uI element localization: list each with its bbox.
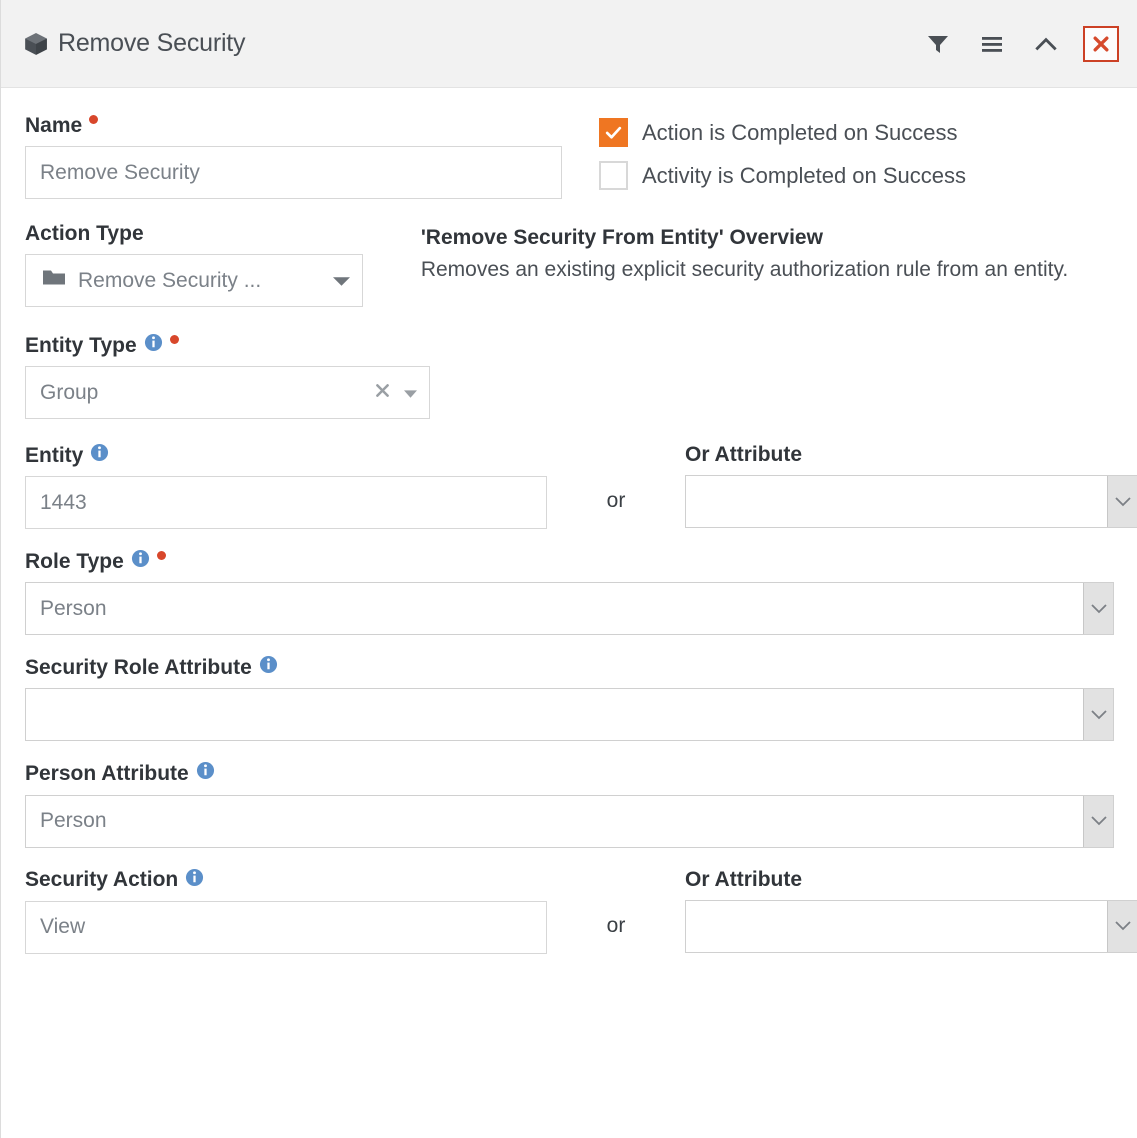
form-body: Name Remove Security Action is Completed… (1, 88, 1137, 954)
person-attribute-value: Person (40, 809, 107, 833)
completion-checkboxes: Action is Completed on Success Activity … (562, 114, 966, 204)
check-icon (605, 126, 622, 139)
person-attribute-label-wrap: Person Attribute (25, 761, 1113, 785)
security-role-attribute-label-wrap: Security Role Attribute (25, 655, 1113, 679)
security-action-or-attribute-label-wrap: Or Attribute (685, 868, 1137, 891)
action-type-group: Action Type Remove Security ... (25, 222, 397, 308)
clear-icon[interactable] (374, 381, 391, 405)
remove-security-panel: Remove Security Name Remove Security Act… (0, 0, 1137, 1138)
entity-or-attribute-select[interactable] (685, 475, 1137, 529)
entity-or-attribute-group: Or Attribute (685, 443, 1137, 529)
security-role-attribute-label: Security Role Attribute (25, 655, 252, 679)
security-action-or-attribute-label: Or Attribute (685, 867, 803, 891)
security-action-group: Security Action View (25, 868, 547, 954)
titlebar-left: Remove Security (23, 29, 246, 58)
role-type-group: Role Type Person (25, 549, 1114, 636)
required-indicator (156, 550, 166, 560)
action-type-row: Action Type Remove Security ... 'Remove … (25, 222, 1113, 308)
info-icon[interactable] (259, 655, 278, 679)
name-field-group: Name Remove Security (25, 114, 562, 204)
menu-icon[interactable] (975, 27, 1009, 61)
security-action-label: Security Action (25, 868, 179, 892)
entity-type-label-wrap: Entity Type (25, 333, 1113, 357)
overview-title: 'Remove Security From Entity' Overview (420, 226, 823, 249)
action-type-label: Action Type (25, 222, 144, 245)
activity-completed-checkbox[interactable] (599, 161, 628, 190)
security-action-label-wrap: Security Action (25, 868, 547, 892)
entity-input[interactable]: 1443 (25, 476, 547, 530)
required-indicator (169, 334, 179, 344)
caret-down-icon (333, 269, 350, 293)
entity-type-value: Group (40, 380, 99, 404)
activity-completed-checkbox-row[interactable]: Activity is Completed on Success (599, 161, 966, 190)
name-input[interactable]: Remove Security (25, 146, 562, 200)
entity-group: Entity 1443 (25, 443, 547, 530)
security-role-attribute-select[interactable] (25, 688, 1114, 742)
titlebar-actions (921, 25, 1119, 62)
name-input-value: Remove Security (40, 160, 200, 184)
name-row: Name Remove Security Action is Completed… (25, 114, 1113, 204)
action-completed-checkbox-row[interactable]: Action is Completed on Success (599, 118, 966, 147)
entity-type-label: Entity Type (25, 333, 137, 357)
security-action-or-attribute-select[interactable] (685, 899, 1137, 953)
role-type-select[interactable]: Person (25, 582, 1114, 636)
chevron-down-icon[interactable] (1107, 900, 1137, 952)
info-icon[interactable] (144, 333, 163, 357)
close-button[interactable] (1083, 25, 1119, 62)
window-title: Remove Security (58, 29, 246, 57)
person-attribute-group: Person Attribute Person (25, 761, 1114, 848)
close-icon (1093, 36, 1109, 51)
action-completed-checkbox[interactable] (599, 118, 628, 147)
name-label-wrap: Name (25, 114, 562, 137)
role-type-value: Person (40, 596, 107, 620)
activity-completed-label: Activity is Completed on Success (642, 162, 967, 188)
entity-input-value: 1443 (40, 490, 87, 514)
window-titlebar: Remove Security (1, 0, 1137, 88)
info-icon[interactable] (131, 549, 150, 573)
action-type-dropdown[interactable]: Remove Security ... (25, 254, 363, 308)
entity-type-select[interactable]: Group (25, 366, 430, 420)
info-icon[interactable] (185, 868, 204, 892)
person-attribute-select[interactable]: Person (25, 794, 1114, 848)
required-indicator (89, 115, 99, 125)
info-icon[interactable] (196, 761, 215, 785)
entity-row: Entity 1443 or Or Attribute (25, 443, 1137, 530)
security-action-or-attribute-group: Or Attribute (685, 868, 1137, 954)
overview-panel: 'Remove Security From Entity' Overview R… (397, 222, 1113, 307)
entity-label: Entity (25, 443, 84, 467)
action-type-label-wrap: Action Type (25, 222, 397, 245)
entity-type-actions (374, 381, 417, 405)
cube-icon (23, 31, 49, 57)
chevron-up-icon[interactable] (1029, 27, 1063, 61)
person-attribute-label: Person Attribute (25, 761, 189, 785)
action-completed-label: Action is Completed on Success (642, 119, 958, 145)
caret-down-icon[interactable] (404, 381, 417, 405)
folder-icon (42, 268, 66, 293)
security-action-value: View (40, 915, 86, 939)
action-type-value: Remove Security ... (78, 268, 262, 292)
entity-or-attribute-label-wrap: Or Attribute (685, 443, 1137, 466)
name-label: Name (25, 114, 83, 137)
security-role-attribute-group: Security Role Attribute (25, 655, 1114, 742)
filter-icon[interactable] (921, 27, 955, 61)
security-action-row: Security Action View or Or Attribute (25, 868, 1137, 954)
overview-description: Removes an existing explicit security au… (420, 258, 1069, 281)
chevron-down-icon[interactable] (1083, 689, 1113, 741)
info-icon[interactable] (90, 443, 109, 467)
entity-or-attribute-label: Or Attribute (685, 443, 803, 467)
chevron-down-icon[interactable] (1083, 583, 1113, 635)
role-type-label-wrap: Role Type (25, 549, 1113, 573)
entity-label-wrap: Entity (25, 443, 547, 467)
security-action-or-separator: or (606, 913, 626, 937)
chevron-down-icon[interactable] (1083, 795, 1113, 847)
security-action-input[interactable]: View (25, 900, 547, 954)
entity-type-group: Entity Type Group (25, 333, 1113, 420)
chevron-down-icon[interactable] (1107, 476, 1137, 528)
entity-or-separator: or (606, 489, 626, 513)
role-type-label: Role Type (25, 549, 124, 573)
